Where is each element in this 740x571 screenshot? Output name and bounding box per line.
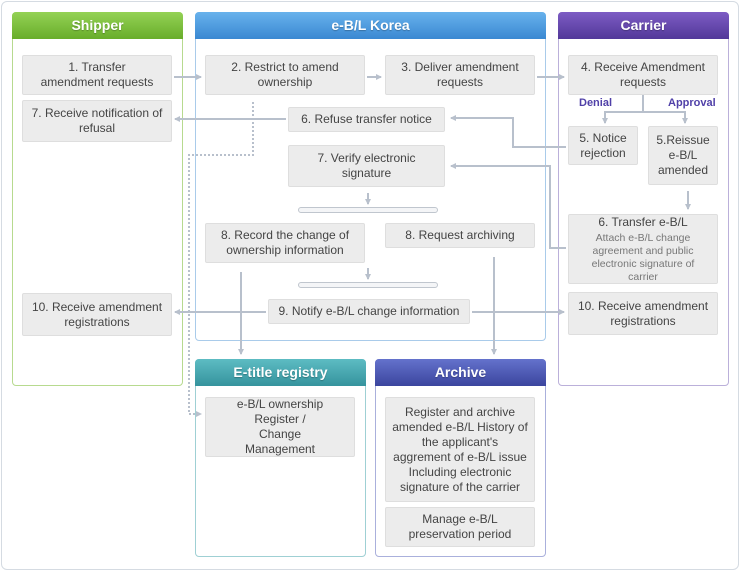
step-9-notify-change-information: 9. Notify e-B/L change information	[268, 299, 470, 324]
step-6-transfer-ebl: 6. Transfer e-B/L Attach e-B/L change ag…	[568, 214, 718, 284]
step-10-shipper-receive-registrations: 10. Receive amendment registrations	[22, 293, 172, 336]
approval-label: Approval	[668, 97, 716, 109]
step-1-transfer-amendment-requests: 1. Transfer amendment requests	[22, 55, 172, 95]
step-8-record-ownership-change: 8. Record the change of ownership inform…	[205, 223, 365, 263]
step-5-notice-rejection: 5. Notice rejection	[568, 126, 638, 165]
merge-bar	[298, 282, 438, 288]
step-8-request-archiving: 8. Request archiving	[385, 223, 535, 248]
step-7-verify-electronic-signature: 7. Verify electronic signature	[288, 145, 445, 187]
step-2-restrict-amend-ownership: 2. Restrict to amend ownership	[205, 55, 365, 95]
arrow-c4-c5b	[643, 111, 688, 124]
step-7-receive-notification: 7. Receive notification of refusal	[22, 100, 172, 142]
step-10-carrier-receive-registrations: 10. Receive amendment registrations	[568, 292, 718, 335]
step-5-reissue-ebl-amended: 5.Reissue e-B/L amended	[648, 126, 718, 185]
transfer-ebl-title: 6. Transfer e-B/L	[598, 214, 688, 229]
merge-bar	[298, 207, 438, 213]
step-6-refuse-transfer-notice: 6. Refuse transfer notice	[288, 107, 445, 132]
transfer-ebl-description: Attach e-B/L change agreement and public…	[591, 231, 695, 283]
ownership-register-change-management: e-B/L ownership Register / Change Manage…	[205, 397, 355, 457]
step-4-receive-amendment-requests: 4. Receive Amendment requests	[568, 55, 718, 95]
arrow-c5a-k6	[450, 115, 566, 148]
denial-label: Denial	[579, 97, 613, 109]
step-3-deliver-amendment-requests: 3. Deliver amendment requests	[385, 55, 535, 95]
arrow-c4-c5a	[602, 111, 643, 124]
register-archive-amended-ebl: Register and archive amended e-B/L Histo…	[385, 397, 535, 502]
manage-preservation-period: Manage e-B/L preservation period	[385, 507, 535, 547]
